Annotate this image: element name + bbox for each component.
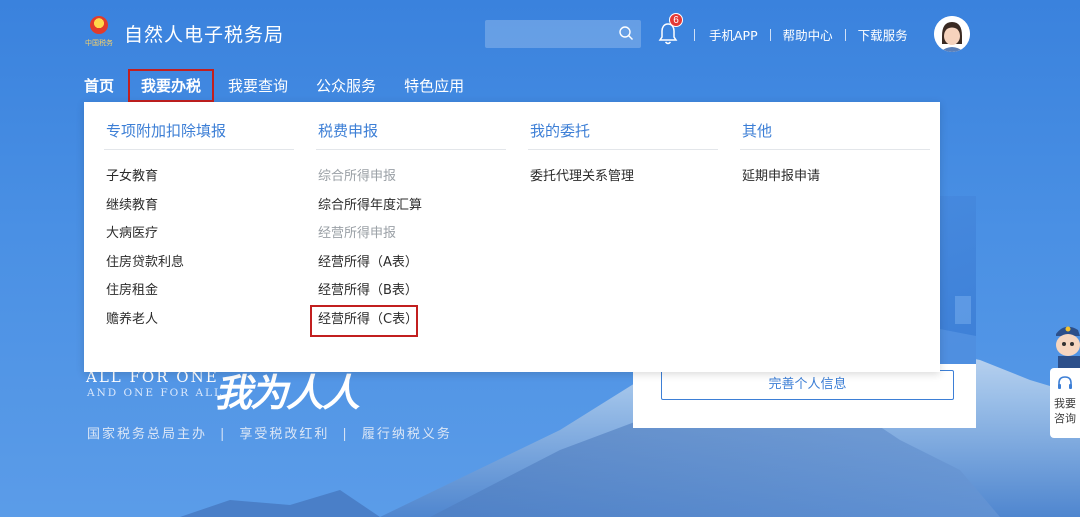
slogan: 国家税务总局主办 | 享受税改红利 | 履行纳税义务: [87, 423, 452, 442]
slogan-part: 享受税改红利: [239, 427, 330, 442]
menu-column-special-deduction: 专项附加扣除填报 子女教育 继续教育 大病医疗 住房贷款利息 住房租金 赡养老人: [104, 102, 294, 340]
menu-item-business-income-a[interactable]: 经营所得（A表）: [318, 254, 506, 283]
slogan-part: 国家税务总局主办: [87, 427, 208, 442]
menu-item-child-education[interactable]: 子女教育: [106, 168, 294, 197]
menu-item-serious-illness[interactable]: 大病医疗: [106, 225, 294, 254]
nav-query[interactable]: 我要查询: [228, 75, 288, 96]
main-nav: 首页 我要办税 我要查询 公众服务 特色应用: [84, 68, 492, 102]
nav-tax-handling[interactable]: 我要办税: [128, 68, 215, 102]
mobile-app-link[interactable]: 手机APP: [709, 25, 758, 44]
nav-public-service[interactable]: 公众服务: [316, 75, 376, 96]
menu-item-continuing-education[interactable]: 继续教育: [106, 197, 294, 226]
divider: |: [220, 427, 227, 442]
menu-item-extension-request[interactable]: 延期申报申请: [742, 168, 930, 197]
emblem-tag: 中国税务: [85, 39, 113, 47]
tagline-line2: AND ONE FOR ALL: [87, 387, 223, 399]
divider: [844, 28, 846, 41]
complete-profile-button[interactable]: 完善个人信息: [661, 370, 954, 400]
menu-column-tax-filing: 税费申报 综合所得申报 综合所得年度汇算 经营所得申报 经营所得（A表） 经营所…: [310, 102, 506, 340]
help-center-link[interactable]: 帮助中心: [783, 25, 833, 44]
menu-column-title: 我的委托: [528, 102, 718, 150]
consult-label-line2: 咨询: [1054, 412, 1076, 425]
site-title: 自然人电子税务局: [124, 23, 285, 46]
tagline-line1: ALL FOR ONE: [86, 368, 219, 386]
assistant-robot-icon[interactable]: [1050, 320, 1080, 368]
search-input[interactable]: [485, 20, 641, 48]
avatar-icon: [934, 16, 970, 52]
tax-handling-dropdown: 专项附加扣除填报 子女教育 继续教育 大病医疗 住房贷款利息 住房租金 赡养老人…: [84, 102, 940, 372]
consult-label-line1: 我要: [1054, 397, 1076, 410]
nav-featured-apps[interactable]: 特色应用: [404, 75, 464, 96]
menu-item-mortgage-interest[interactable]: 住房贷款利息: [106, 254, 294, 283]
menu-item-elderly-support[interactable]: 赡养老人: [106, 311, 294, 340]
consult-widget[interactable]: 我要 咨询: [1050, 368, 1080, 438]
nav-home[interactable]: 首页: [84, 75, 114, 96]
site-logo[interactable]: 中国税务 自然人电子税务局: [84, 14, 284, 52]
menu-column-title: 税费申报: [316, 102, 506, 150]
menu-column-other: 其他 延期申报申请: [740, 102, 930, 197]
search-icon[interactable]: [618, 25, 634, 41]
download-link[interactable]: 下载服务: [858, 25, 908, 44]
menu-item-housing-rent[interactable]: 住房租金: [106, 282, 294, 311]
notification-badge: 6: [669, 13, 683, 27]
menu-item-business-income-c[interactable]: 经营所得（C表）: [310, 305, 506, 340]
top-links: 手机APP 帮助中心 下载服务: [694, 25, 908, 44]
menu-group-business-income: 经营所得申报: [318, 226, 397, 242]
slogan-part: 履行纳税义务: [361, 427, 452, 442]
menu-column-title: 其他: [740, 102, 930, 150]
menu-item-annual-settlement[interactable]: 综合所得年度汇算: [318, 197, 506, 226]
tax-emblem-icon: 中国税务: [84, 14, 114, 52]
divider: |: [342, 427, 349, 442]
menu-item-agency-management[interactable]: 委托代理关系管理: [530, 168, 718, 197]
user-avatar[interactable]: [934, 16, 970, 52]
headset-icon: [1058, 376, 1072, 389]
divider: [769, 28, 771, 41]
menu-group-comprehensive-income: 综合所得申报: [318, 169, 397, 184]
divider: [694, 28, 695, 41]
menu-column-my-delegation: 我的委托 委托代理关系管理: [528, 102, 718, 197]
menu-column-title: 专项附加扣除填报: [104, 102, 294, 150]
